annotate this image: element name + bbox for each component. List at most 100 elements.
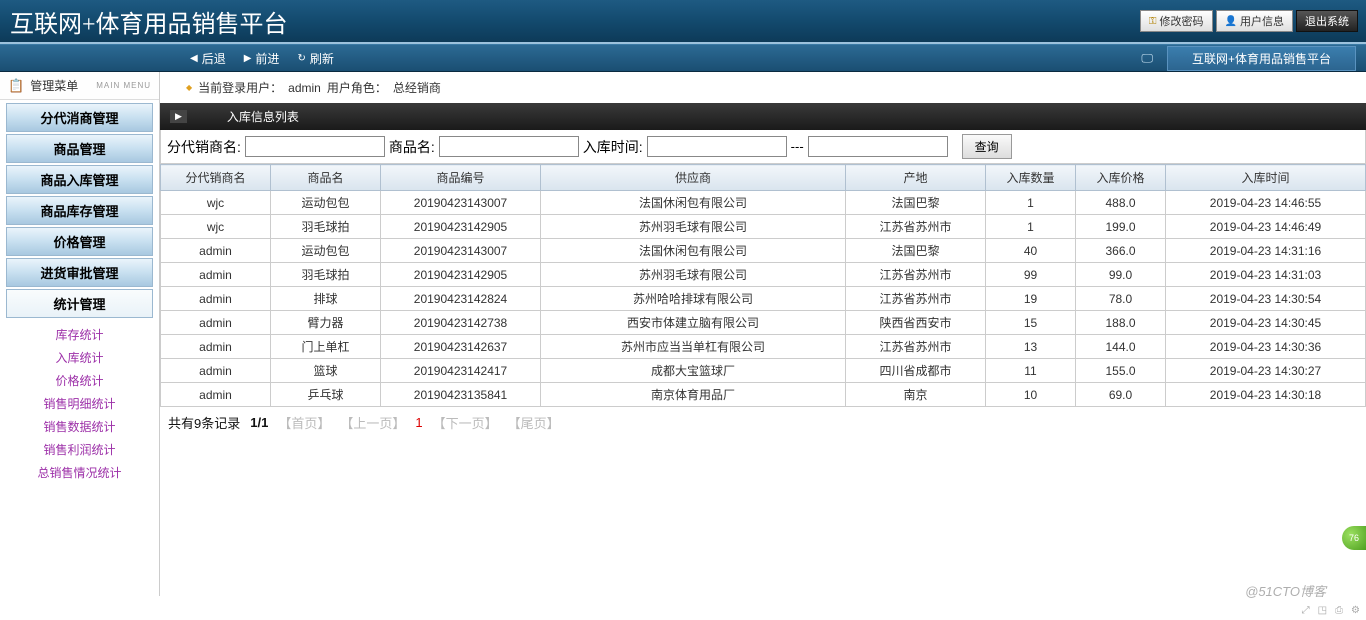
cell: 运动包包	[271, 239, 381, 263]
cell: 羽毛球拍	[271, 215, 381, 239]
pager-first[interactable]: 【首页】	[278, 413, 330, 432]
cell: 运动包包	[271, 191, 381, 215]
refresh-button[interactable]: ↻ 刷新	[297, 50, 333, 67]
forward-button[interactable]: ▶ 前进	[244, 50, 280, 67]
cell: 2019-04-23 14:30:36	[1166, 335, 1366, 359]
pager-next[interactable]: 【下一页】	[433, 413, 498, 432]
sidebar-subitem[interactable]: 入库统计	[6, 346, 153, 369]
change-password-button[interactable]: ⚿ 修改密码	[1140, 10, 1213, 32]
sidebar-item[interactable]: 商品入库管理	[6, 165, 153, 194]
cell: 排球	[271, 287, 381, 311]
tray-icon: ⤢	[1302, 605, 1310, 616]
login-role: 总经销商	[393, 79, 441, 96]
table-row[interactable]: admin臂力器20190423142738西安市体建立脑有限公司陕西省西安市1…	[161, 311, 1366, 335]
cell: 20190423135841	[381, 383, 541, 407]
table-row[interactable]: wjc羽毛球拍20190423142905苏州羽毛球有限公司江苏省苏州市1199…	[161, 215, 1366, 239]
table-header-row: 分代销商名商品名商品编号供应商产地入库数量入库价格入库时间	[161, 165, 1366, 191]
cell: admin	[161, 263, 271, 287]
cell: admin	[161, 239, 271, 263]
arrow-right-icon: ▶	[244, 53, 252, 64]
intime-to-input[interactable]	[808, 136, 948, 157]
arrow-left-icon: ◀	[190, 53, 198, 64]
col-header: 产地	[846, 165, 986, 191]
col-header: 入库价格	[1076, 165, 1166, 191]
sidebar-subitem[interactable]: 库存统计	[6, 323, 153, 346]
product-label: 商品名:	[389, 137, 435, 157]
cell: wjc	[161, 191, 271, 215]
cell: 江苏省苏州市	[846, 287, 986, 311]
pager-prev[interactable]: 【上一页】	[340, 413, 405, 432]
cell: 13	[986, 335, 1076, 359]
table-row[interactable]: admin乒乓球20190423135841南京体育用品厂南京1069.0201…	[161, 383, 1366, 407]
app-title: 互联网+体育用品销售平台	[10, 4, 288, 39]
badge-count: 76	[1349, 533, 1359, 543]
table-body: wjc运动包包20190423143007法国休闲包有限公司法国巴黎1488.0…	[161, 191, 1366, 407]
col-header: 入库数量	[986, 165, 1076, 191]
sidebar-item[interactable]: 商品库存管理	[6, 196, 153, 225]
search-bar: 分代销商名: 商品名: 入库时间: --- 查询	[160, 130, 1366, 164]
sidebar-subitem[interactable]: 价格统计	[6, 369, 153, 392]
pager-last[interactable]: 【尾页】	[508, 413, 560, 432]
cell: 11	[986, 359, 1076, 383]
cell: 144.0	[1076, 335, 1166, 359]
cell: 苏州羽毛球有限公司	[541, 263, 846, 287]
cell: admin	[161, 335, 271, 359]
cell: 155.0	[1076, 359, 1166, 383]
table-row[interactable]: admin门上单杠20190423142637苏州市应当当单杠有限公司江苏省苏州…	[161, 335, 1366, 359]
sidebar-subitem[interactable]: 总销售情况统计	[6, 461, 153, 484]
table-row[interactable]: admin篮球20190423142417成都大宝篮球厂四川省成都市11155.…	[161, 359, 1366, 383]
user-info-button[interactable]: 👤 用户信息	[1216, 10, 1293, 32]
cell: 20190423142905	[381, 215, 541, 239]
sidebar-subitem[interactable]: 销售明细统计	[6, 392, 153, 415]
data-table: 分代销商名商品名商品编号供应商产地入库数量入库价格入库时间 wjc运动包包201…	[160, 164, 1366, 407]
cell: 臂力器	[271, 311, 381, 335]
nav-main: 分代消商管理商品管理商品入库管理商品库存管理价格管理进货审批管理统计管理	[0, 100, 159, 321]
cell: 西安市体建立脑有限公司	[541, 311, 846, 335]
sidebar-item[interactable]: 统计管理	[6, 289, 153, 318]
table-row[interactable]: admin羽毛球拍20190423142905苏州羽毛球有限公司江苏省苏州市99…	[161, 263, 1366, 287]
sidebar-item[interactable]: 商品管理	[6, 134, 153, 163]
logout-label: 退出系统	[1305, 13, 1349, 29]
sidebar-subitem[interactable]: 销售利润统计	[6, 438, 153, 461]
search-button-label: 查询	[975, 140, 999, 154]
cell: 40	[986, 239, 1076, 263]
sidebar-subitem[interactable]: 销售数据统计	[6, 415, 153, 438]
notification-badge[interactable]: 76	[1342, 526, 1366, 550]
back-button[interactable]: ◀ 后退	[190, 50, 226, 67]
logout-button[interactable]: 退出系统	[1296, 10, 1358, 32]
table-row[interactable]: wjc运动包包20190423143007法国休闲包有限公司法国巴黎1488.0…	[161, 191, 1366, 215]
cell: 羽毛球拍	[271, 263, 381, 287]
table-row[interactable]: admin排球20190423142824苏州哈哈排球有限公司江苏省苏州市197…	[161, 287, 1366, 311]
sidebar-item[interactable]: 进货审批管理	[6, 258, 153, 287]
distributor-input[interactable]	[245, 136, 385, 157]
cell: 2019-04-23 14:46:49	[1166, 215, 1366, 239]
sidebar-item[interactable]: 价格管理	[6, 227, 153, 256]
header-buttons: ⚿ 修改密码 👤 用户信息 退出系统	[1140, 10, 1358, 32]
main-area: 📋 管理菜单 MAIN MENU 分代消商管理商品管理商品入库管理商品库存管理价…	[0, 72, 1366, 596]
col-header: 供应商	[541, 165, 846, 191]
intime-from-input[interactable]	[647, 136, 787, 157]
cell: 2019-04-23 14:30:54	[1166, 287, 1366, 311]
sidebar-title: 管理菜单	[30, 77, 78, 94]
sidebar: 📋 管理菜单 MAIN MENU 分代消商管理商品管理商品入库管理商品库存管理价…	[0, 72, 160, 596]
cell: 20190423142417	[381, 359, 541, 383]
cell: 99	[986, 263, 1076, 287]
person-icon: 👤	[1225, 16, 1237, 27]
cell: 2019-04-23 14:30:18	[1166, 383, 1366, 407]
cell: 488.0	[1076, 191, 1166, 215]
cell: 2019-04-23 14:31:16	[1166, 239, 1366, 263]
cell: 四川省成都市	[846, 359, 986, 383]
cell: 10	[986, 383, 1076, 407]
sidebar-item[interactable]: 分代消商管理	[6, 103, 153, 132]
pager-current: 1	[415, 415, 422, 430]
watermark: @51CTO博客	[1245, 581, 1326, 600]
cell: 江苏省苏州市	[846, 215, 986, 239]
cell: 乒乓球	[271, 383, 381, 407]
search-button[interactable]: 查询	[962, 134, 1012, 159]
content-title-bar: ▶ 入库信息列表	[160, 103, 1366, 130]
product-input[interactable]	[439, 136, 579, 157]
app-header: 互联网+体育用品销售平台 ⚿ 修改密码 👤 用户信息 退出系统	[0, 0, 1366, 44]
cell: 69.0	[1076, 383, 1166, 407]
table-row[interactable]: admin运动包包20190423143007法国休闲包有限公司法国巴黎4036…	[161, 239, 1366, 263]
cell: 成都大宝篮球厂	[541, 359, 846, 383]
